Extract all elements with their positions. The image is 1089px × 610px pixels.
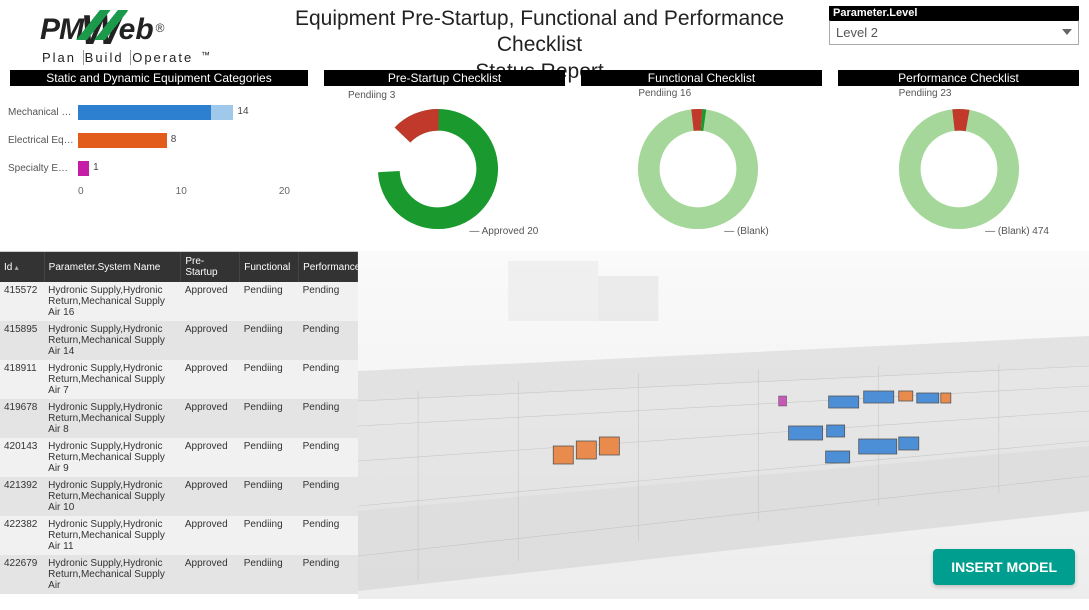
table-row[interactable]: 422679Hydronic Supply,Hydronic Return,Me… [0, 555, 358, 594]
equipment-table[interactable]: Id Parameter.System Name Pre-Startup Fun… [0, 251, 358, 599]
donut-prestartup[interactable]: Pendiing 3 — Approved 20 [308, 86, 568, 251]
heading-performance: Performance Checklist [838, 70, 1079, 86]
col-prestartup[interactable]: Pre-Startup [181, 252, 240, 282]
logo-pm: PM [40, 13, 83, 47]
table-row[interactable]: 418911Hydronic Supply,Hydronic Return,Me… [0, 360, 358, 399]
bar-chart-categories[interactable]: Mechanical …14 Electrical Eq…8 Specialty E… [0, 86, 308, 251]
registered-icon: ® [156, 21, 165, 35]
table-row[interactable]: 422382Hydronic Supply,Hydronic Return,Me… [0, 516, 358, 555]
donut-performance[interactable]: Pendiing 23 — (Blank) 474 [829, 86, 1089, 251]
table-row[interactable]: 415572Hydronic Supply,Hydronic Return,Me… [0, 282, 358, 321]
insert-model-button[interactable]: INSERT MODEL [933, 549, 1075, 585]
logo-w: W [81, 6, 121, 54]
parameter-label: Parameter.Level [829, 6, 1079, 20]
logo-eb: eb [119, 13, 154, 47]
bar-row[interactable]: Specialty E…1 [8, 156, 300, 180]
col-system[interactable]: Parameter.System Name [44, 252, 181, 282]
table-row[interactable]: 421392Hydronic Supply,Hydronic Return,Me… [0, 477, 358, 516]
model-viewer-3d[interactable]: INSERT MODEL [358, 251, 1089, 599]
col-functional[interactable]: Functional [240, 252, 299, 282]
bar-row[interactable]: Mechanical …14 [8, 100, 300, 124]
bar-row[interactable]: Electrical Eq…8 [8, 128, 300, 152]
table-row[interactable]: 419678Hydronic Supply,Hydronic Return,Me… [0, 399, 358, 438]
heading-prestartup: Pre-Startup Checklist [324, 70, 565, 86]
heading-categories: Static and Dynamic Equipment Categories [10, 70, 308, 86]
parameter-level-select[interactable]: Level 2 [829, 20, 1079, 45]
heading-functional: Functional Checklist [581, 70, 822, 86]
logo: PM W eb ® Plan Build Operate ™ [10, 6, 250, 65]
table-row[interactable]: 415895Hydronic Supply,Hydronic Return,Me… [0, 321, 358, 360]
donut-functional[interactable]: Pendiing 16 — (Blank) [568, 86, 828, 251]
table-row[interactable]: 420143Hydronic Supply,Hydronic Return,Me… [0, 438, 358, 477]
col-performance[interactable]: Performance [299, 252, 358, 282]
col-id[interactable]: Id [0, 252, 44, 282]
